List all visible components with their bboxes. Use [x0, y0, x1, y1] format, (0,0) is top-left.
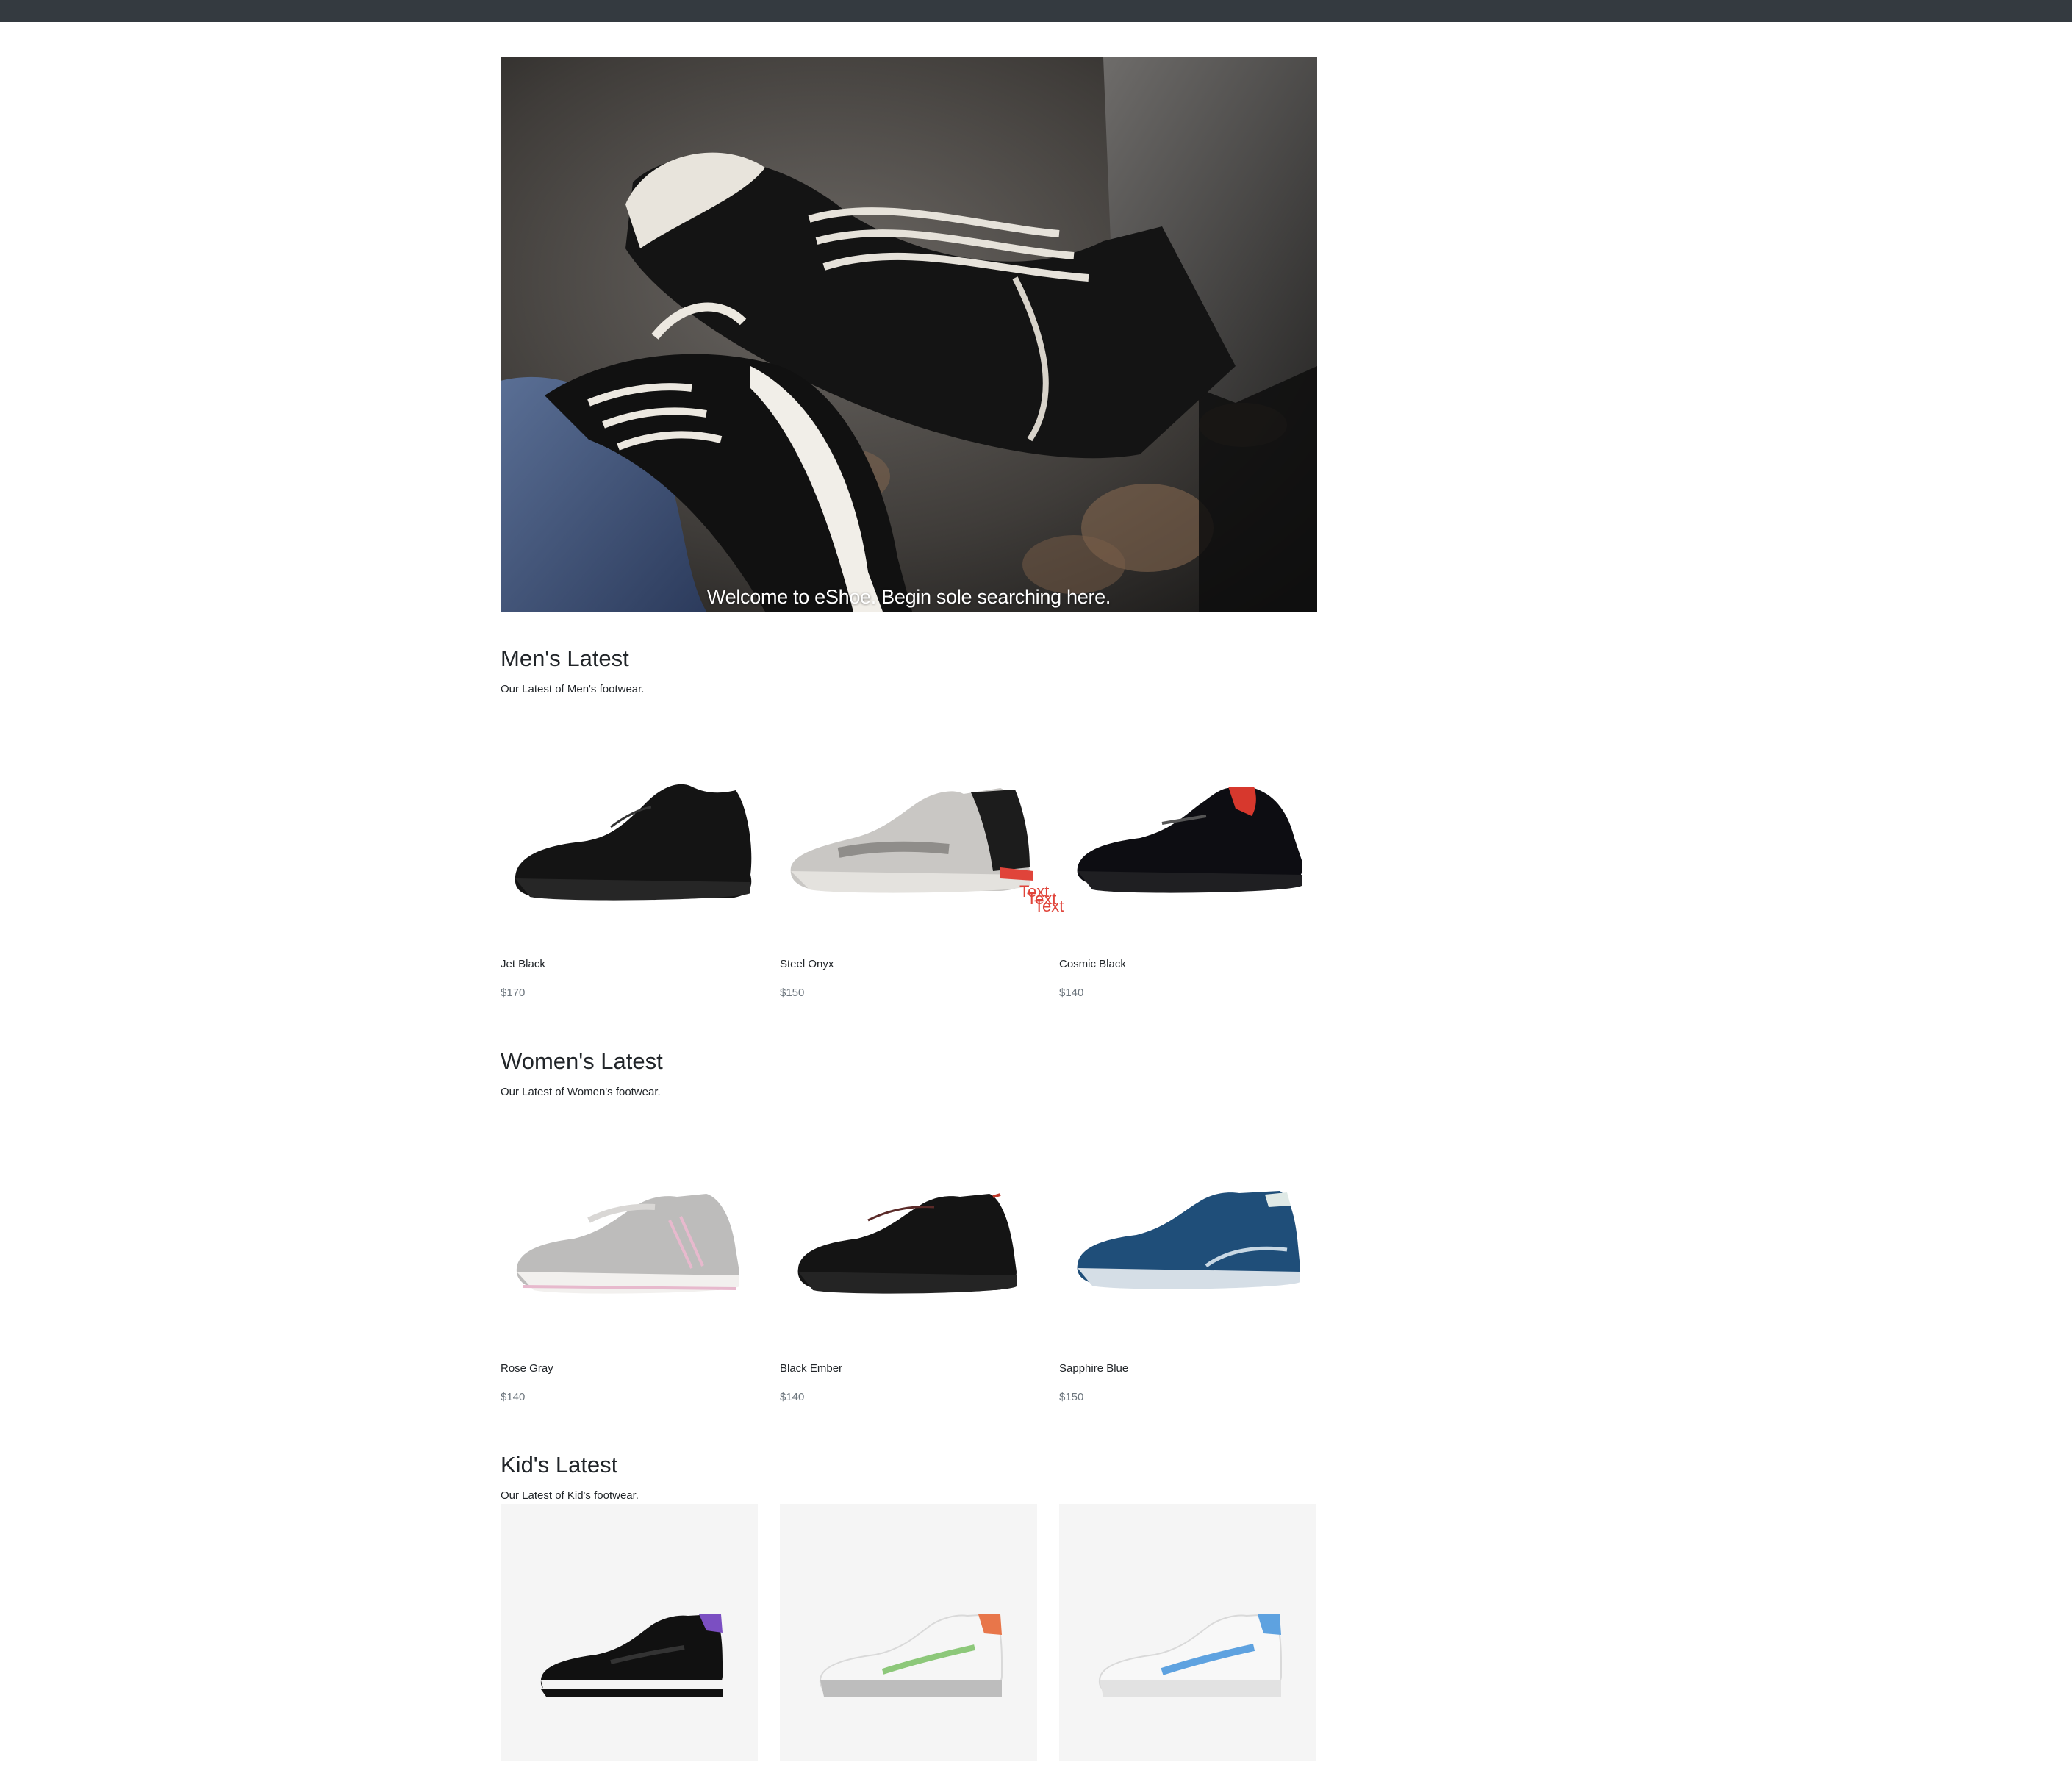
hero-caption: Welcome to eShoe. Begin sole searching h…	[706, 586, 1111, 608]
product-image-kids-white-blue[interactable]	[1059, 1504, 1316, 1761]
kids-section-title: Kid's Latest	[501, 1452, 618, 1478]
kids-section-subtitle: Our Latest of Kid's footwear.	[501, 1489, 639, 1502]
product-name[interactable]: Cosmic Black	[1059, 958, 1126, 970]
product-price: $140	[1059, 987, 1084, 999]
hero-banner[interactable]: Welcome to eShoe. Begin sole searching h…	[501, 57, 1317, 612]
overlay-text-label: Text	[1034, 897, 1064, 915]
product-name[interactable]: Black Ember	[780, 1362, 842, 1375]
womens-section-subtitle: Our Latest of Women's footwear.	[501, 1086, 661, 1098]
hero-image	[501, 57, 1317, 612]
mens-section-title: Men's Latest	[501, 645, 629, 671]
mens-section-subtitle: Our Latest of Men's footwear.	[501, 683, 645, 695]
product-price: $140	[780, 1391, 805, 1403]
product-card[interactable]	[1059, 1504, 1316, 1761]
product-name[interactable]: Jet Black	[501, 958, 545, 970]
product-name[interactable]: Steel Onyx	[780, 958, 834, 970]
product-image-steel-onyx[interactable]	[780, 735, 1037, 956]
product-image-cosmic-black[interactable]	[1059, 735, 1316, 956]
product-name[interactable]: Sapphire Blue	[1059, 1362, 1128, 1375]
product-image-black-ember[interactable]	[780, 1139, 1037, 1360]
product-price: $140	[501, 1391, 526, 1403]
top-navbar	[0, 0, 2072, 22]
product-name[interactable]: Rose Gray	[501, 1362, 553, 1375]
product-price: $150	[780, 987, 805, 999]
product-price: $170	[501, 987, 526, 999]
product-card[interactable]	[501, 1504, 758, 1761]
product-image-jet-black[interactable]	[501, 735, 758, 956]
product-image-kids-white-green[interactable]	[780, 1504, 1037, 1761]
product-card[interactable]	[780, 1504, 1037, 1761]
womens-section-title: Women's Latest	[501, 1048, 663, 1074]
product-image-sapphire-blue[interactable]	[1059, 1139, 1316, 1360]
product-image-kids-black[interactable]	[501, 1504, 758, 1761]
product-price: $150	[1059, 1391, 1084, 1403]
product-image-rose-gray[interactable]	[501, 1139, 758, 1360]
